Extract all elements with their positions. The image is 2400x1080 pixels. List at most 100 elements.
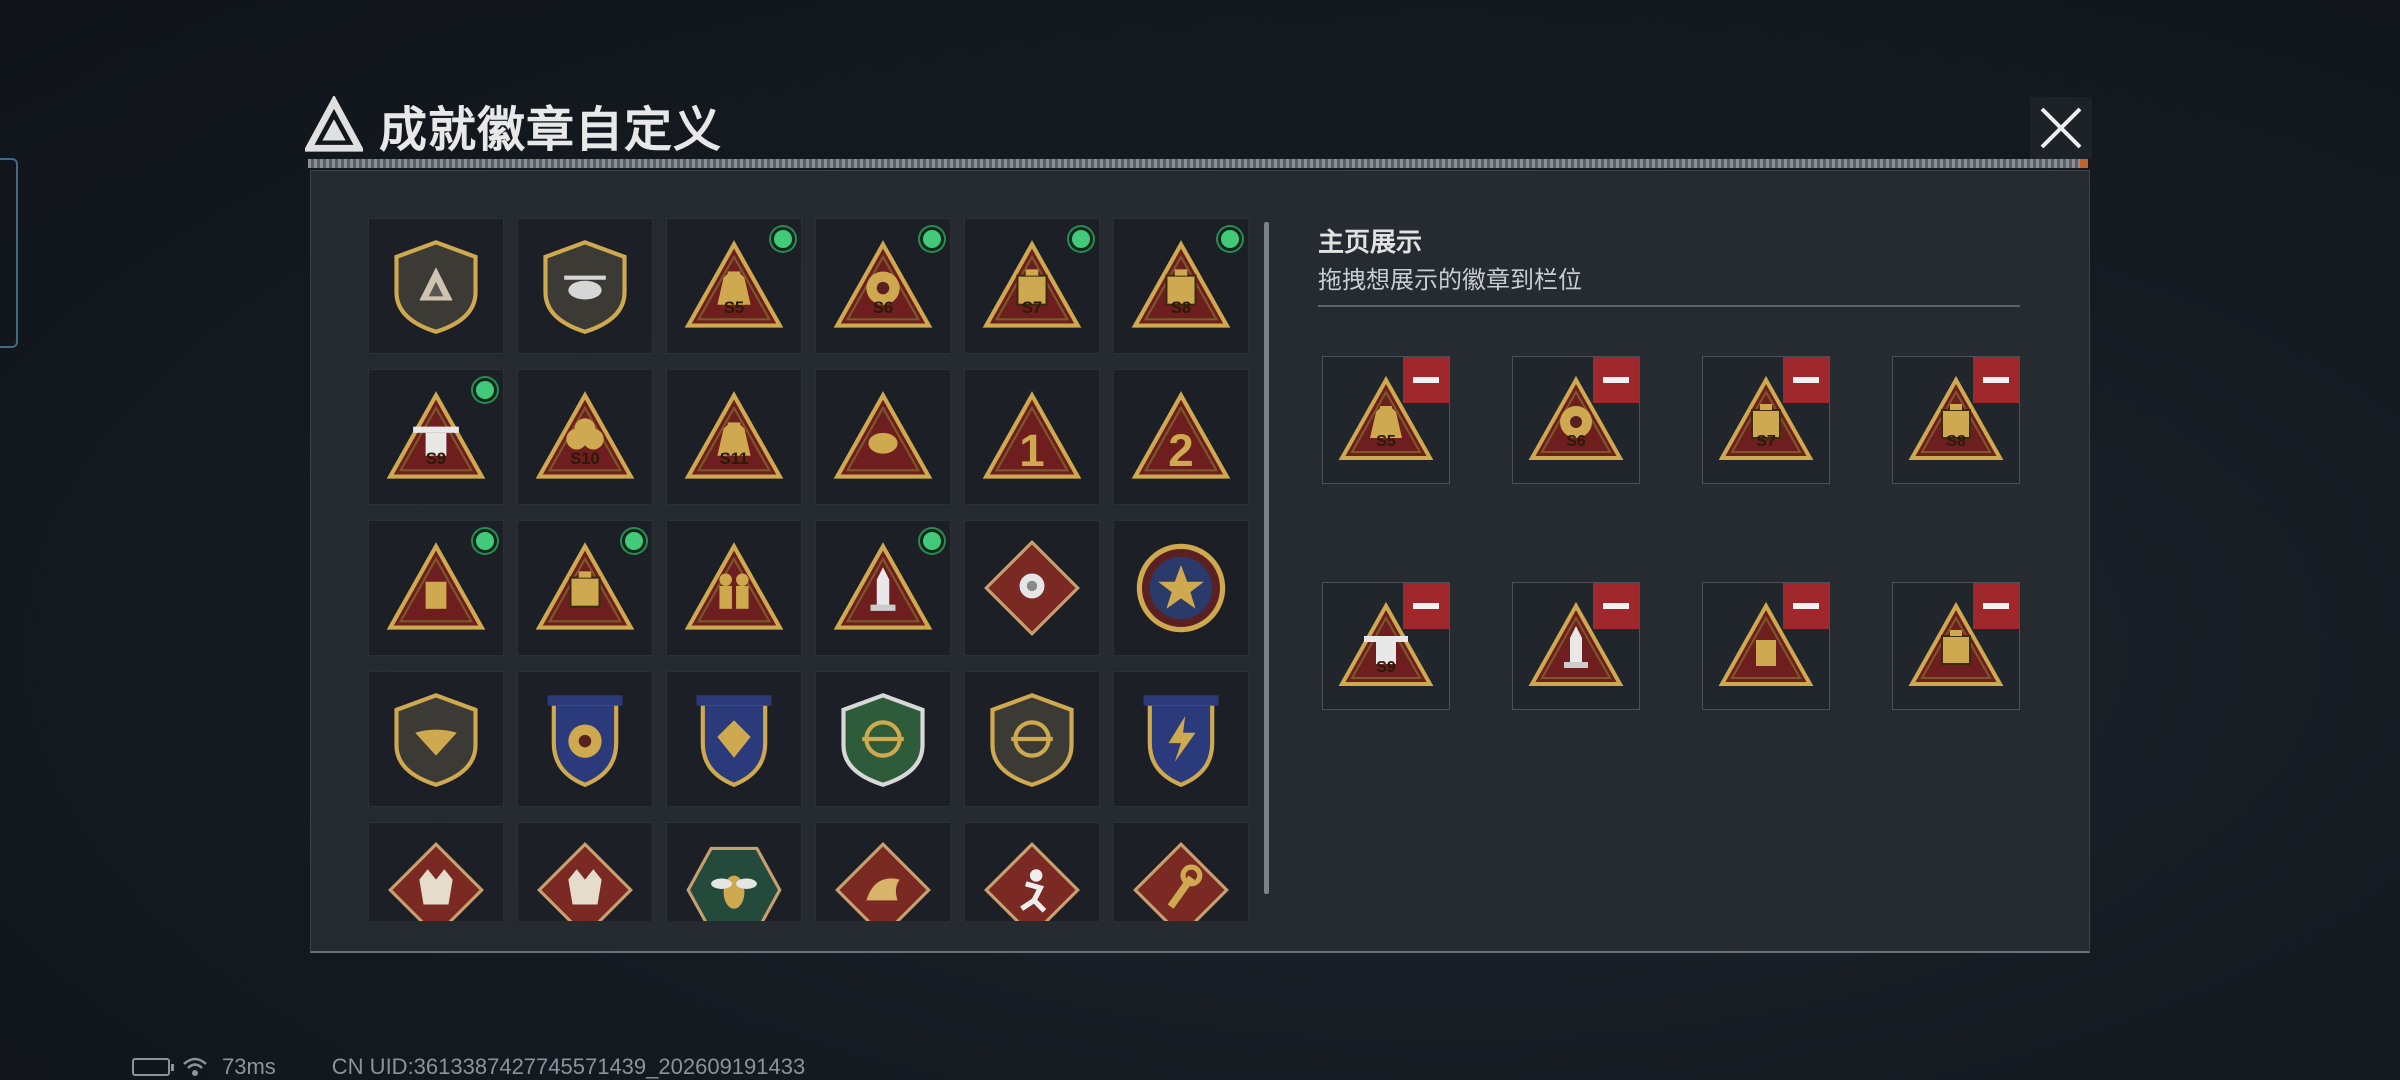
svg-text:S9: S9	[1376, 659, 1396, 676]
showcase-subtitle: 拖拽想展示的徽章到栏位	[1318, 267, 1582, 294]
new-badge-dot	[622, 529, 646, 553]
svg-text:S9: S9	[426, 449, 446, 468]
remove-badge-button[interactable]	[1403, 357, 1449, 403]
new-badge-dot	[771, 227, 795, 251]
badge-cell[interactable]	[666, 822, 802, 921]
badge-cell[interactable]	[368, 520, 504, 656]
badge-cell[interactable]: S6	[815, 218, 951, 354]
new-badge-dot	[920, 227, 944, 251]
badge-cell[interactable]	[368, 822, 504, 921]
wolf2-diamond-badge-icon	[537, 842, 633, 921]
new-badge-dot	[1069, 227, 1093, 251]
shield-delta-badge-icon	[394, 240, 478, 334]
badge-cell[interactable]	[517, 218, 653, 354]
showcase-slot[interactable]: S9	[1322, 582, 1450, 710]
svg-text:S7: S7	[1022, 298, 1042, 317]
season-s6-badge-icon: S6	[833, 240, 933, 328]
svg-text:S6: S6	[1566, 433, 1586, 450]
badge-cell[interactable]: S11	[666, 369, 802, 505]
showcase-slot[interactable]: S7	[1702, 356, 1830, 484]
season-s7-badge-icon: S7	[982, 240, 1082, 328]
badge-cell[interactable]	[517, 822, 653, 921]
badge-cell[interactable]	[368, 218, 504, 354]
remove-badge-button[interactable]	[1783, 357, 1829, 403]
helicopter-shield-badge-icon	[543, 240, 627, 334]
badge-cell[interactable]: S5	[666, 218, 802, 354]
page-title: 成就徽章自定义	[379, 104, 723, 157]
badge-cell[interactable]	[815, 520, 951, 656]
wasp-hex-badge-icon	[686, 846, 782, 921]
close-icon	[2040, 107, 2082, 149]
battery-icon	[132, 1058, 174, 1076]
showcase-slot[interactable]	[1702, 582, 1830, 710]
remove-badge-button[interactable]	[1973, 583, 2019, 629]
svg-text:S11: S11	[720, 449, 749, 468]
badge-cell[interactable]	[666, 520, 802, 656]
badge-cell[interactable]	[964, 520, 1100, 656]
svg-text:S5: S5	[1376, 433, 1396, 450]
title-divider	[308, 159, 2088, 168]
showcase-title: 主页展示	[1318, 227, 1423, 257]
showcase-slot[interactable]	[1512, 582, 1640, 710]
badge-cell[interactable]	[815, 671, 951, 807]
badge-cell[interactable]	[517, 671, 653, 807]
rose-diamond-badge-icon	[984, 540, 1080, 636]
badge-cell[interactable]	[815, 369, 951, 505]
season-s11-badge-icon: S11	[684, 391, 784, 479]
lantern-triangle-badge-icon	[535, 542, 635, 630]
badge-cell[interactable]	[815, 822, 951, 921]
number-two-badge-icon: 2	[1131, 391, 1231, 479]
badge-cell[interactable]	[368, 671, 504, 807]
badge-cell[interactable]: S9	[368, 369, 504, 505]
remove-badge-button[interactable]	[1593, 583, 1639, 629]
showcase-slot[interactable]	[1892, 582, 2020, 710]
soldiers-triangle-badge-icon	[684, 542, 784, 630]
svg-text:S10: S10	[570, 449, 600, 468]
badge-cell[interactable]	[964, 671, 1100, 807]
showcase-slot[interactable]: S5	[1322, 356, 1450, 484]
dragon-diamond-badge-icon	[835, 842, 931, 921]
new-badge-dot	[1218, 227, 1242, 251]
showcase-slot[interactable]: S6	[1512, 356, 1640, 484]
svg-text:S7: S7	[1756, 433, 1776, 450]
wings-shield-badge-icon	[394, 693, 478, 787]
badge-cell[interactable]	[1113, 822, 1249, 921]
new-badge-dot	[473, 529, 497, 553]
badge-cell[interactable]	[964, 822, 1100, 921]
remove-badge-button[interactable]	[1973, 357, 2019, 403]
number-one-badge-icon: 1	[982, 391, 1082, 479]
rocket-triangle-badge-icon	[833, 542, 933, 630]
svg-text:S6: S6	[873, 298, 893, 317]
new-badge-dot	[920, 529, 944, 553]
badge-cell[interactable]	[666, 671, 802, 807]
title-bar: 成就徽章自定义	[305, 92, 722, 158]
star-round-badge-icon	[1136, 543, 1226, 633]
showcase-slot[interactable]: S8	[1892, 356, 2020, 484]
new-badge-dot	[473, 378, 497, 402]
badge-cell[interactable]	[1113, 671, 1249, 807]
egg-triangle-badge-icon	[833, 391, 933, 479]
crest-red-badge-icon	[696, 695, 772, 788]
side-tab-handle[interactable]	[0, 158, 18, 348]
badge-cell[interactable]: 2	[1113, 369, 1249, 505]
badge-grid-scrollbar[interactable]	[1264, 222, 1269, 894]
svg-text:S5: S5	[724, 298, 744, 317]
badge-cell[interactable]: S7	[964, 218, 1100, 354]
wifi-icon	[183, 1057, 207, 1076]
close-button[interactable]	[2030, 97, 2092, 159]
remove-badge-button[interactable]	[1403, 583, 1449, 629]
badge-cell[interactable]	[517, 520, 653, 656]
showcase-divider	[1318, 305, 2020, 307]
remove-badge-button[interactable]	[1593, 357, 1639, 403]
badge-cell[interactable]: S10	[517, 369, 653, 505]
rifle-scope-shield-badge-icon	[990, 693, 1074, 787]
badge-cell[interactable]: S8	[1113, 218, 1249, 354]
svg-text:1: 1	[1019, 425, 1044, 476]
remove-badge-button[interactable]	[1783, 583, 1829, 629]
delta-logo-icon	[305, 96, 363, 152]
wrench-diamond-badge-icon	[1133, 842, 1229, 921]
badge-cell[interactable]	[1113, 520, 1249, 656]
lightning-crest-badge-icon	[1143, 695, 1219, 788]
badge-cell[interactable]: 1	[964, 369, 1100, 505]
runner-diamond-badge-icon	[984, 842, 1080, 921]
